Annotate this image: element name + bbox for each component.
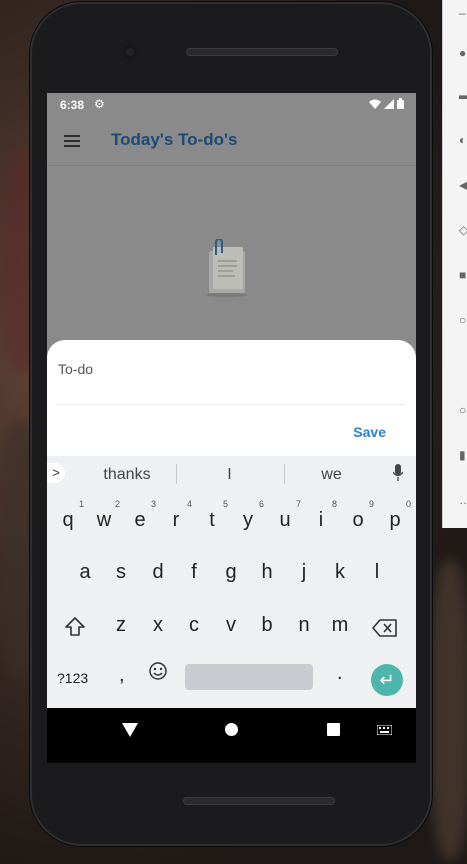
battery-icon <box>397 98 404 109</box>
key-x[interactable]: x <box>143 614 173 637</box>
key-s[interactable]: s <box>106 561 136 584</box>
suggestion-item[interactable]: I <box>207 466 252 484</box>
phone-screen: 6:38 ⚙ Today's To-do's Save > t <box>47 93 416 763</box>
key-k[interactable]: k <box>325 561 355 584</box>
menu-icon[interactable] <box>64 135 80 147</box>
todo-input[interactable] <box>58 360 398 378</box>
spacebar[interactable] <box>185 664 313 690</box>
key-f[interactable]: f <box>179 561 209 584</box>
suggestion-item[interactable]: we <box>309 466 354 484</box>
symbols-key[interactable]: ?123 <box>57 670 88 686</box>
key-d[interactable]: d <box>143 561 173 584</box>
speaker-bottom <box>183 797 335 805</box>
keyboard-switch-icon[interactable] <box>377 725 392 735</box>
key-h[interactable]: h <box>252 561 282 584</box>
key-b[interactable]: b <box>252 614 282 637</box>
back-icon[interactable] <box>122 723 138 737</box>
backspace-icon[interactable] <box>372 619 398 637</box>
toolbar-icon[interactable]: ▬ <box>459 89 467 101</box>
key-r[interactable]: r4 <box>161 499 192 532</box>
toolbar-icon[interactable]: ▮ <box>459 449 467 461</box>
key-e[interactable]: e3 <box>125 499 156 532</box>
key-m[interactable]: m <box>325 614 355 637</box>
toolbar-icon[interactable]: ○ <box>459 404 467 416</box>
mic-icon[interactable] <box>393 464 403 482</box>
side-toolbar: – ● ▬ ◐ ◀ ◇ ■ ○ ○ ▮ … <box>442 0 467 528</box>
key-u[interactable]: u7 <box>270 499 301 532</box>
key-y[interactable]: y6 <box>233 499 264 532</box>
key-v[interactable]: v <box>216 614 246 637</box>
recents-icon[interactable] <box>327 723 340 736</box>
key-o[interactable]: o9 <box>343 499 374 532</box>
chevron-right-icon[interactable]: > <box>47 463 65 483</box>
key-p[interactable]: p0 <box>380 499 411 532</box>
key-w[interactable]: w2 <box>89 499 120 532</box>
save-button[interactable]: Save <box>353 424 386 440</box>
toolbar-icon[interactable]: ◀ <box>459 179 467 191</box>
toolbar-icon[interactable]: … <box>459 494 467 506</box>
suggestion-item[interactable]: thanks <box>97 466 157 484</box>
status-time: 6:38 <box>60 98 85 112</box>
empty-notes-illustration <box>207 239 247 297</box>
shift-icon[interactable] <box>64 616 86 638</box>
toolbar-icon[interactable]: ○ <box>459 314 467 326</box>
period-key[interactable]: . <box>337 662 343 685</box>
app-bar: Today's To-do's <box>47 117 416 166</box>
minimize-icon[interactable]: – <box>459 7 467 19</box>
status-bar: 6:38 ⚙ <box>47 93 416 117</box>
key-q[interactable]: q1 <box>53 499 84 532</box>
divider <box>58 404 405 405</box>
emoji-icon[interactable] <box>148 661 168 681</box>
divider <box>284 464 285 484</box>
speaker-top <box>186 48 338 56</box>
key-t[interactable]: t5 <box>197 499 228 532</box>
add-todo-sheet: Save <box>47 340 416 456</box>
divider <box>176 464 177 484</box>
key-n[interactable]: n <box>289 614 319 637</box>
toolbar-icon[interactable]: ◐ <box>459 134 467 146</box>
gear-icon: ⚙ <box>94 97 105 111</box>
key-c[interactable]: c <box>179 614 209 637</box>
status-icons <box>369 98 404 109</box>
key-g[interactable]: g <box>216 561 246 584</box>
key-l[interactable]: l <box>362 561 392 584</box>
keyboard: > thanks I we q1 w2 e3 r4 t5 y6 u7 i8 o9… <box>47 456 416 708</box>
wifi-icon <box>369 99 381 109</box>
comma-key[interactable]: , <box>119 664 125 687</box>
toolbar-icon[interactable]: ● <box>459 47 467 59</box>
key-i[interactable]: i8 <box>306 499 337 532</box>
todo-list-empty <box>47 166 416 366</box>
enter-icon[interactable]: ↵ <box>371 664 403 696</box>
toolbar-icon[interactable]: ◇ <box>459 224 467 236</box>
camera <box>123 45 137 59</box>
signal-icon <box>384 98 394 109</box>
key-a[interactable]: a <box>70 561 100 584</box>
suggestion-strip: > thanks I we <box>47 456 416 492</box>
key-j[interactable]: j <box>289 561 319 584</box>
home-icon[interactable] <box>225 723 238 736</box>
page-title: Today's To-do's <box>111 130 238 149</box>
system-nav-bar <box>47 708 416 763</box>
toolbar-icon[interactable]: ■ <box>459 269 467 281</box>
key-z[interactable]: z <box>106 614 136 637</box>
